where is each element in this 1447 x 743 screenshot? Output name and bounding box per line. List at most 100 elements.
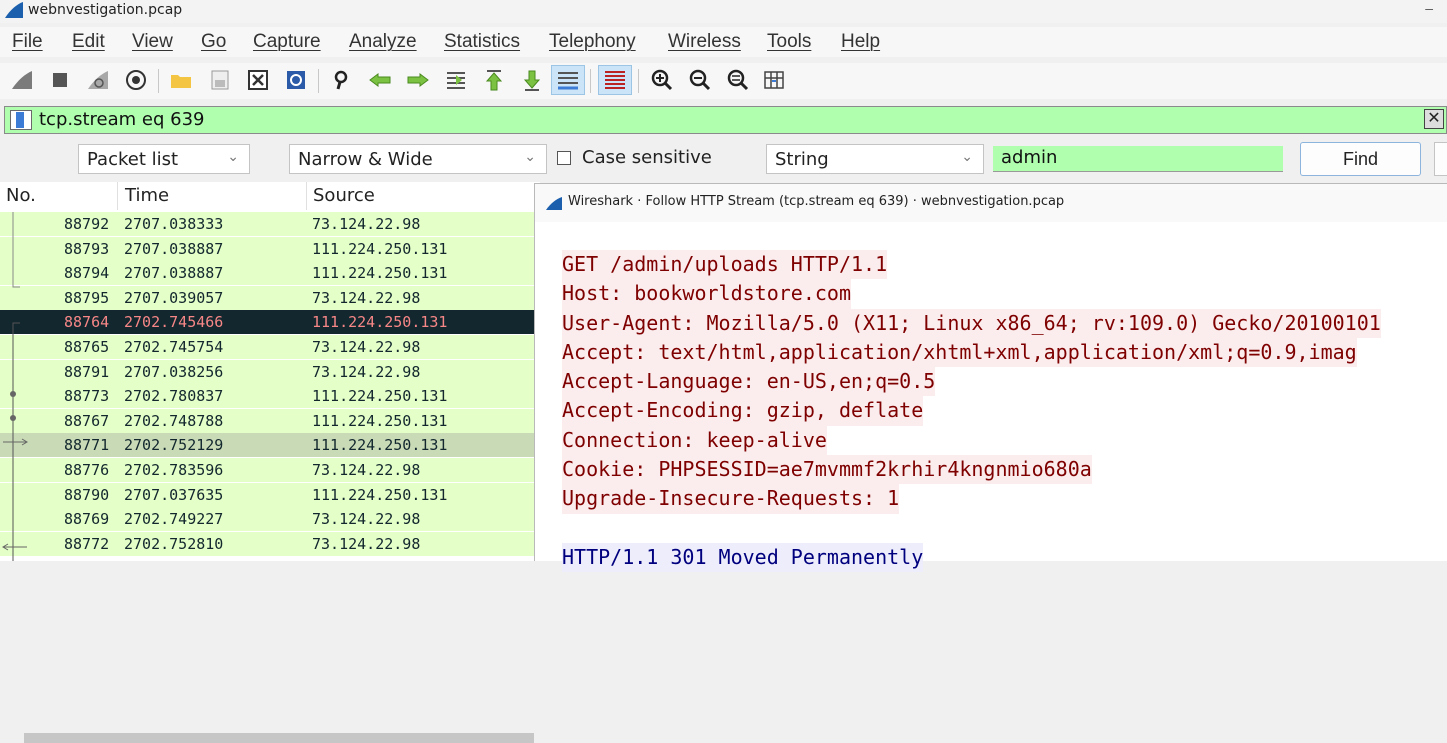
table-row[interactable]: 88764 2702.745466 111.224.250.131 [0, 310, 540, 335]
request-line: Host: bookworldstore.com [562, 279, 851, 309]
open-file-icon[interactable] [167, 65, 195, 95]
table-row[interactable]: 88794 2707.038887 111.224.250.131 [0, 261, 540, 286]
toolbar-separator [590, 69, 591, 93]
search-type-select[interactable]: String ⌄ [766, 144, 984, 174]
packet-src: 73.124.22.98 [312, 362, 421, 381]
table-row[interactable]: 88776 2702.783596 73.124.22.98 [0, 458, 540, 482]
chevron-down-icon: ⌄ [524, 149, 536, 165]
packet-time: 2702.783596 [124, 461, 224, 479]
go-last-packet-icon[interactable] [518, 65, 546, 95]
packet-src: 111.224.250.131 [312, 485, 448, 504]
table-row[interactable]: 88772 2702.752810 73.124.22.98 [0, 531, 540, 556]
packet-src: 111.224.250.131 [312, 264, 448, 283]
restart-capture-icon[interactable] [84, 65, 112, 95]
menu-go[interactable]: Go [201, 31, 226, 53]
auto-scroll-icon[interactable] [551, 65, 585, 95]
table-row[interactable]: 88791 2707.038256 73.124.22.98 [0, 359, 540, 384]
case-sensitive-checkbox[interactable] [557, 151, 571, 165]
menu-file[interactable]: File [12, 31, 43, 53]
display-filter-input[interactable]: tcp.stream eq 639 [39, 109, 204, 130]
stop-capture-icon[interactable] [46, 65, 74, 95]
table-row[interactable]: 88771 2702.752129 111.224.250.131 [0, 433, 540, 458]
table-row[interactable]: 88769 2702.749227 73.124.22.98 [0, 507, 540, 532]
find-button[interactable]: Find [1300, 142, 1421, 176]
column-header-time[interactable]: Time [119, 182, 307, 210]
table-row[interactable]: 88793 2707.038887 111.224.250.131 [0, 236, 540, 261]
request-line: Accept-Encoding: gzip, deflate [562, 396, 924, 426]
packet-time: 2707.037635 [124, 485, 224, 504]
go-first-packet-icon[interactable] [480, 65, 508, 95]
column-header-source[interactable]: Source [307, 182, 540, 210]
packet-no: 88792 [64, 215, 110, 233]
resize-columns-icon[interactable] [760, 65, 788, 95]
cancel-button[interactable] [1434, 142, 1447, 176]
packet-src: 73.124.22.98 [312, 288, 421, 307]
table-row[interactable]: 88795 2707.039057 73.124.22.98 [0, 285, 540, 310]
start-capture-icon[interactable] [8, 65, 36, 95]
chevron-down-icon: ⌄ [227, 149, 239, 165]
packet-time: 2702.780837 [124, 387, 224, 406]
save-file-icon[interactable] [206, 65, 234, 95]
table-row[interactable]: 88765 2702.745754 73.124.22.98 [0, 335, 540, 359]
menu-capture[interactable]: Capture [253, 31, 321, 53]
packet-no: 88794 [64, 264, 110, 283]
request-line: User-Agent: Mozilla/5.0 (X11; Linux x86_… [562, 308, 1381, 338]
packet-src: 73.124.22.98 [312, 215, 421, 233]
column-header-no[interactable]: No. [0, 182, 118, 210]
capture-options-icon[interactable] [122, 65, 150, 95]
search-scope-select[interactable]: Packet list ⌄ [78, 144, 250, 174]
table-row[interactable]: 88773 2702.780837 111.224.250.131 [0, 384, 540, 409]
search-input[interactable]: admin [993, 146, 1283, 172]
reload-file-icon[interactable] [282, 65, 310, 95]
table-row[interactable]: 88792 2707.038333 73.124.22.98 [0, 212, 540, 236]
search-scope-value: Packet list [87, 149, 179, 170]
find-packet-bar: Packet list ⌄ Narrow & Wide ⌄ Case sensi… [0, 140, 1447, 180]
request-line: GET /admin/uploads HTTP/1.1 [562, 250, 888, 280]
packet-no: 88764 [64, 313, 110, 332]
packet-time: 2707.038887 [124, 239, 224, 258]
bookmark-icon[interactable] [10, 110, 32, 130]
go-back-icon[interactable] [366, 65, 394, 95]
zoom-in-icon[interactable] [648, 65, 676, 95]
normal-size-icon[interactable] [724, 65, 752, 95]
go-to-packet-icon[interactable] [442, 65, 470, 95]
find-packet-icon[interactable] [328, 65, 356, 95]
menu-tools[interactable]: Tools [767, 31, 811, 53]
close-file-icon[interactable] [244, 65, 272, 95]
horizontal-scrollbar[interactable] [24, 733, 534, 743]
colorize-packets-icon[interactable] [598, 65, 632, 95]
column-label: Time [125, 185, 170, 206]
menu-telephony[interactable]: Telephony [549, 31, 636, 53]
menu-analyze[interactable]: Analyze [349, 31, 417, 53]
search-type-value: String [775, 149, 829, 170]
packet-time: 2707.038256 [124, 362, 224, 381]
packet-time: 2702.752810 [124, 534, 224, 553]
char-width-select[interactable]: Narrow & Wide ⌄ [289, 144, 547, 174]
menu-view[interactable]: View [132, 31, 173, 53]
go-forward-icon[interactable] [404, 65, 432, 95]
packet-time: 2707.038887 [124, 264, 224, 283]
zoom-out-icon[interactable] [686, 65, 714, 95]
menu-help[interactable]: Help [841, 31, 880, 53]
clear-filter-icon[interactable]: ✕ [1424, 109, 1444, 129]
main-toolbar [0, 63, 1447, 99]
menu-wireless[interactable]: Wireless [668, 31, 741, 53]
char-width-value: Narrow & Wide [298, 149, 433, 170]
table-row[interactable]: 88767 2702.748788 111.224.250.131 [0, 408, 540, 433]
display-filter-bar[interactable]: tcp.stream eq 639 ✕ [4, 106, 1447, 134]
related-packets-gutter [2, 212, 28, 561]
packet-no: 88793 [64, 239, 110, 258]
packet-no: 88772 [64, 534, 110, 553]
packet-no: 88767 [64, 411, 110, 430]
packet-time: 2707.038333 [124, 215, 224, 233]
minimize-button[interactable]: – [1425, 0, 1433, 16]
packet-list: No. Time Source 88792 2707.038333 73.124.2… [0, 182, 540, 743]
stream-content[interactable]: GET /admin/uploads HTTP/1.1 Host: bookwor… [562, 250, 1381, 572]
packet-time: 2702.745754 [124, 338, 224, 356]
menu-statistics[interactable]: Statistics [444, 31, 520, 53]
table-row[interactable]: 88790 2707.037635 111.224.250.131 [0, 482, 540, 507]
menu-edit[interactable]: Edit [72, 31, 105, 53]
case-sensitive-label: Case sensitive [582, 147, 712, 168]
toolbar-separator [638, 69, 639, 93]
packet-no: 88765 [64, 338, 110, 356]
